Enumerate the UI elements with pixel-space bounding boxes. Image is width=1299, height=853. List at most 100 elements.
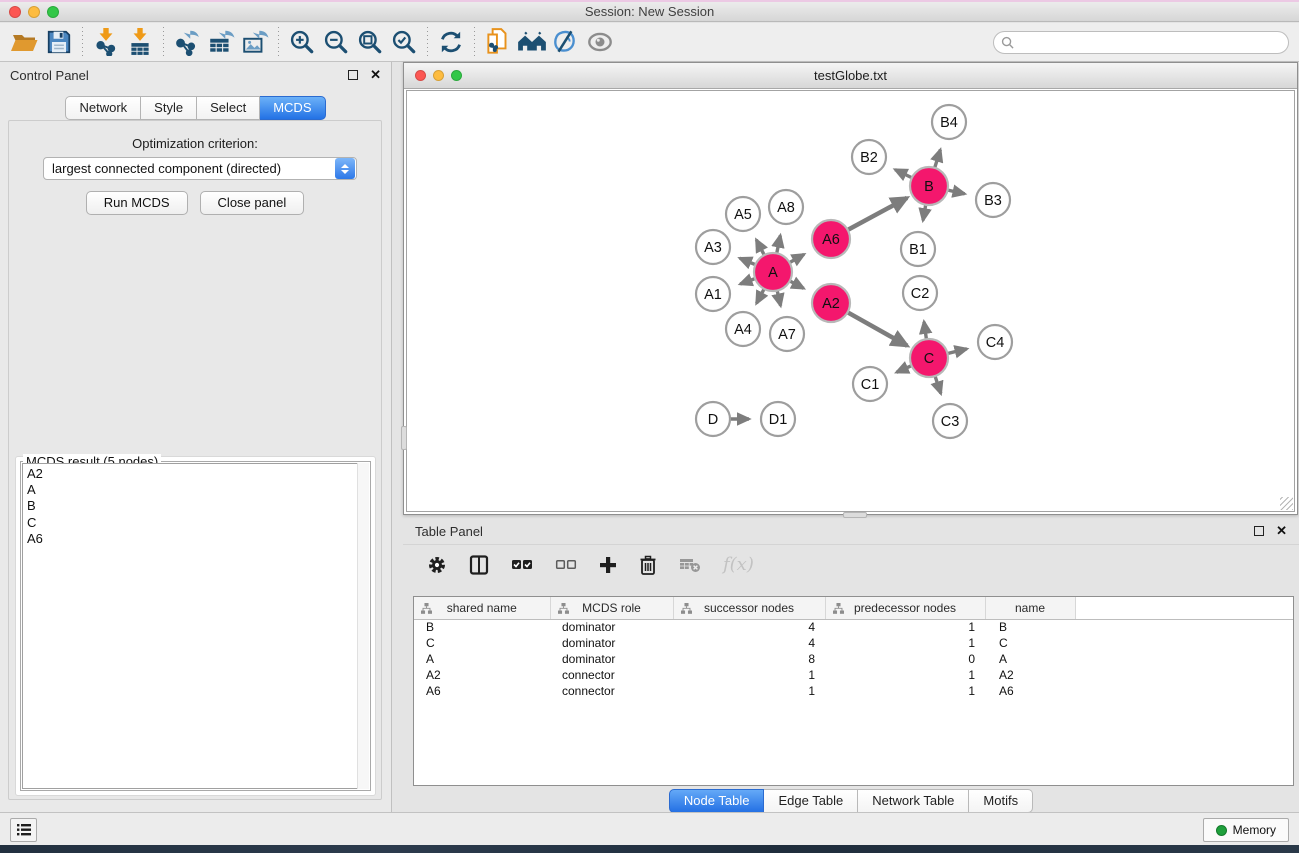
- table-row[interactable]: A6connector11A6: [414, 683, 1294, 699]
- column-header[interactable]: name: [985, 597, 1075, 619]
- close-table-panel-icon[interactable]: ✕: [1276, 526, 1287, 536]
- splitter-grip-vertical[interactable]: [401, 426, 407, 450]
- table-cell[interactable]: connector: [550, 667, 673, 683]
- minimize-network-button[interactable]: [433, 70, 444, 81]
- criterion-select[interactable]: largest connected component (directed): [43, 157, 357, 180]
- memory-button[interactable]: Memory: [1203, 818, 1289, 842]
- mcds-result-list[interactable]: A2ABCA6: [22, 463, 369, 789]
- table-row[interactable]: Bdominator41B: [414, 619, 1294, 635]
- float-panel-icon[interactable]: [348, 70, 358, 80]
- show-columns-button[interactable]: [469, 555, 489, 575]
- zoom-in-button[interactable]: [285, 26, 319, 58]
- tab-select[interactable]: Select: [197, 96, 260, 120]
- minimize-window-button[interactable]: [28, 6, 40, 18]
- column-header[interactable]: MCDS role: [550, 597, 673, 619]
- table-cell[interactable]: A2: [985, 667, 1075, 683]
- zoom-window-button[interactable]: [47, 6, 59, 18]
- table-cell[interactable]: 1: [825, 667, 985, 683]
- mcds-result-item[interactable]: A6: [23, 531, 368, 547]
- table-cell[interactable]: 1: [825, 683, 985, 699]
- table-cell[interactable]: A: [414, 651, 550, 667]
- tab-network-table[interactable]: Network Table: [858, 789, 969, 813]
- graph-edge-C-C4[interactable]: [946, 349, 967, 354]
- zoom-network-button[interactable]: [451, 70, 462, 81]
- export-image-button[interactable]: [238, 26, 272, 58]
- task-history-button[interactable]: [10, 818, 37, 842]
- table-row[interactable]: A2connector11A2: [414, 667, 1294, 683]
- window-resize-grip[interactable]: [1280, 497, 1293, 510]
- eye-button[interactable]: [583, 26, 617, 58]
- close-window-button[interactable]: [9, 6, 21, 18]
- close-panel-button[interactable]: Close panel: [200, 191, 305, 215]
- network-canvas[interactable]: B4B2BB3A5A8A6A3B1AA1C2A2A4A7C4CC1C3DD1: [406, 90, 1295, 512]
- open-session-icon: [10, 29, 40, 55]
- clone-network-button[interactable]: [481, 26, 515, 58]
- deselect-all-button[interactable]: [555, 558, 577, 572]
- export-network-button[interactable]: [170, 26, 204, 58]
- search-field[interactable]: [993, 31, 1289, 54]
- table-cell[interactable]: 0: [825, 651, 985, 667]
- select-all-icon: [511, 558, 533, 572]
- run-mcds-button[interactable]: Run MCDS: [86, 191, 188, 215]
- save-session-button[interactable]: [42, 26, 76, 58]
- table-cell[interactable]: 1: [825, 619, 985, 635]
- mcds-result-item[interactable]: C: [23, 515, 368, 531]
- graph-edge-A2-C[interactable]: [846, 311, 907, 345]
- table-cell[interactable]: A2: [414, 667, 550, 683]
- table-cell[interactable]: A6: [414, 683, 550, 699]
- zoom-fit-button[interactable]: [353, 26, 387, 58]
- delete-columns-button[interactable]: [639, 555, 657, 575]
- table-row[interactable]: Cdominator41C: [414, 635, 1294, 651]
- table-settings-button[interactable]: [427, 555, 447, 575]
- column-header[interactable]: shared name: [414, 597, 550, 619]
- table-cell[interactable]: dominator: [550, 635, 673, 651]
- select-all-button[interactable]: [511, 558, 533, 572]
- tab-mcds[interactable]: MCDS: [260, 96, 325, 120]
- mcds-result-item[interactable]: B: [23, 498, 368, 514]
- import-table-button[interactable]: [123, 26, 157, 58]
- table-cell[interactable]: B: [414, 619, 550, 635]
- zoom-selected-button[interactable]: [387, 26, 421, 58]
- mcds-result-item[interactable]: A2: [23, 466, 368, 482]
- table-cell[interactable]: 4: [673, 635, 825, 651]
- table-cell[interactable]: dominator: [550, 651, 673, 667]
- table-cell[interactable]: C: [414, 635, 550, 651]
- home-button[interactable]: [515, 26, 549, 58]
- table-cell[interactable]: A: [985, 651, 1075, 667]
- table-cell[interactable]: 1: [825, 635, 985, 651]
- zoom-out-icon: [322, 28, 350, 56]
- create-column-button[interactable]: [599, 556, 617, 574]
- graph-edge-B-B4[interactable]: [934, 150, 940, 170]
- mcds-list-scrollbar[interactable]: [357, 463, 369, 789]
- tab-style[interactable]: Style: [141, 96, 197, 120]
- apply-layout-button[interactable]: [434, 26, 468, 58]
- graph-edge-A6-B[interactable]: [846, 198, 907, 231]
- table-cell[interactable]: dominator: [550, 619, 673, 635]
- table-cell[interactable]: B: [985, 619, 1075, 635]
- table-cell[interactable]: 1: [673, 667, 825, 683]
- open-session-button[interactable]: [8, 26, 42, 58]
- export-table-button[interactable]: [204, 26, 238, 58]
- table-row[interactable]: Adominator80A: [414, 651, 1294, 667]
- table-cell[interactable]: connector: [550, 683, 673, 699]
- table-cell[interactable]: 4: [673, 619, 825, 635]
- tab-motifs[interactable]: Motifs: [969, 789, 1033, 813]
- table-cell[interactable]: C: [985, 635, 1075, 651]
- column-header[interactable]: predecessor nodes: [825, 597, 985, 619]
- tab-edge-table[interactable]: Edge Table: [764, 789, 858, 813]
- close-panel-icon[interactable]: ✕: [370, 70, 381, 80]
- tab-node-table[interactable]: Node Table: [669, 789, 765, 813]
- close-network-button[interactable]: [415, 70, 426, 81]
- table-cell[interactable]: 8: [673, 651, 825, 667]
- column-header[interactable]: successor nodes: [673, 597, 825, 619]
- table-cell[interactable]: 1: [673, 683, 825, 699]
- hide-details-button[interactable]: [549, 26, 583, 58]
- network-window-titlebar[interactable]: testGlobe.txt: [404, 63, 1297, 89]
- mcds-result-item[interactable]: A: [23, 482, 368, 498]
- import-network-button[interactable]: [89, 26, 123, 58]
- search-input[interactable]: [1014, 36, 1288, 50]
- table-cell[interactable]: A6: [985, 683, 1075, 699]
- tab-network[interactable]: Network: [65, 96, 141, 120]
- zoom-out-button[interactable]: [319, 26, 353, 58]
- float-table-panel-icon[interactable]: [1254, 526, 1264, 536]
